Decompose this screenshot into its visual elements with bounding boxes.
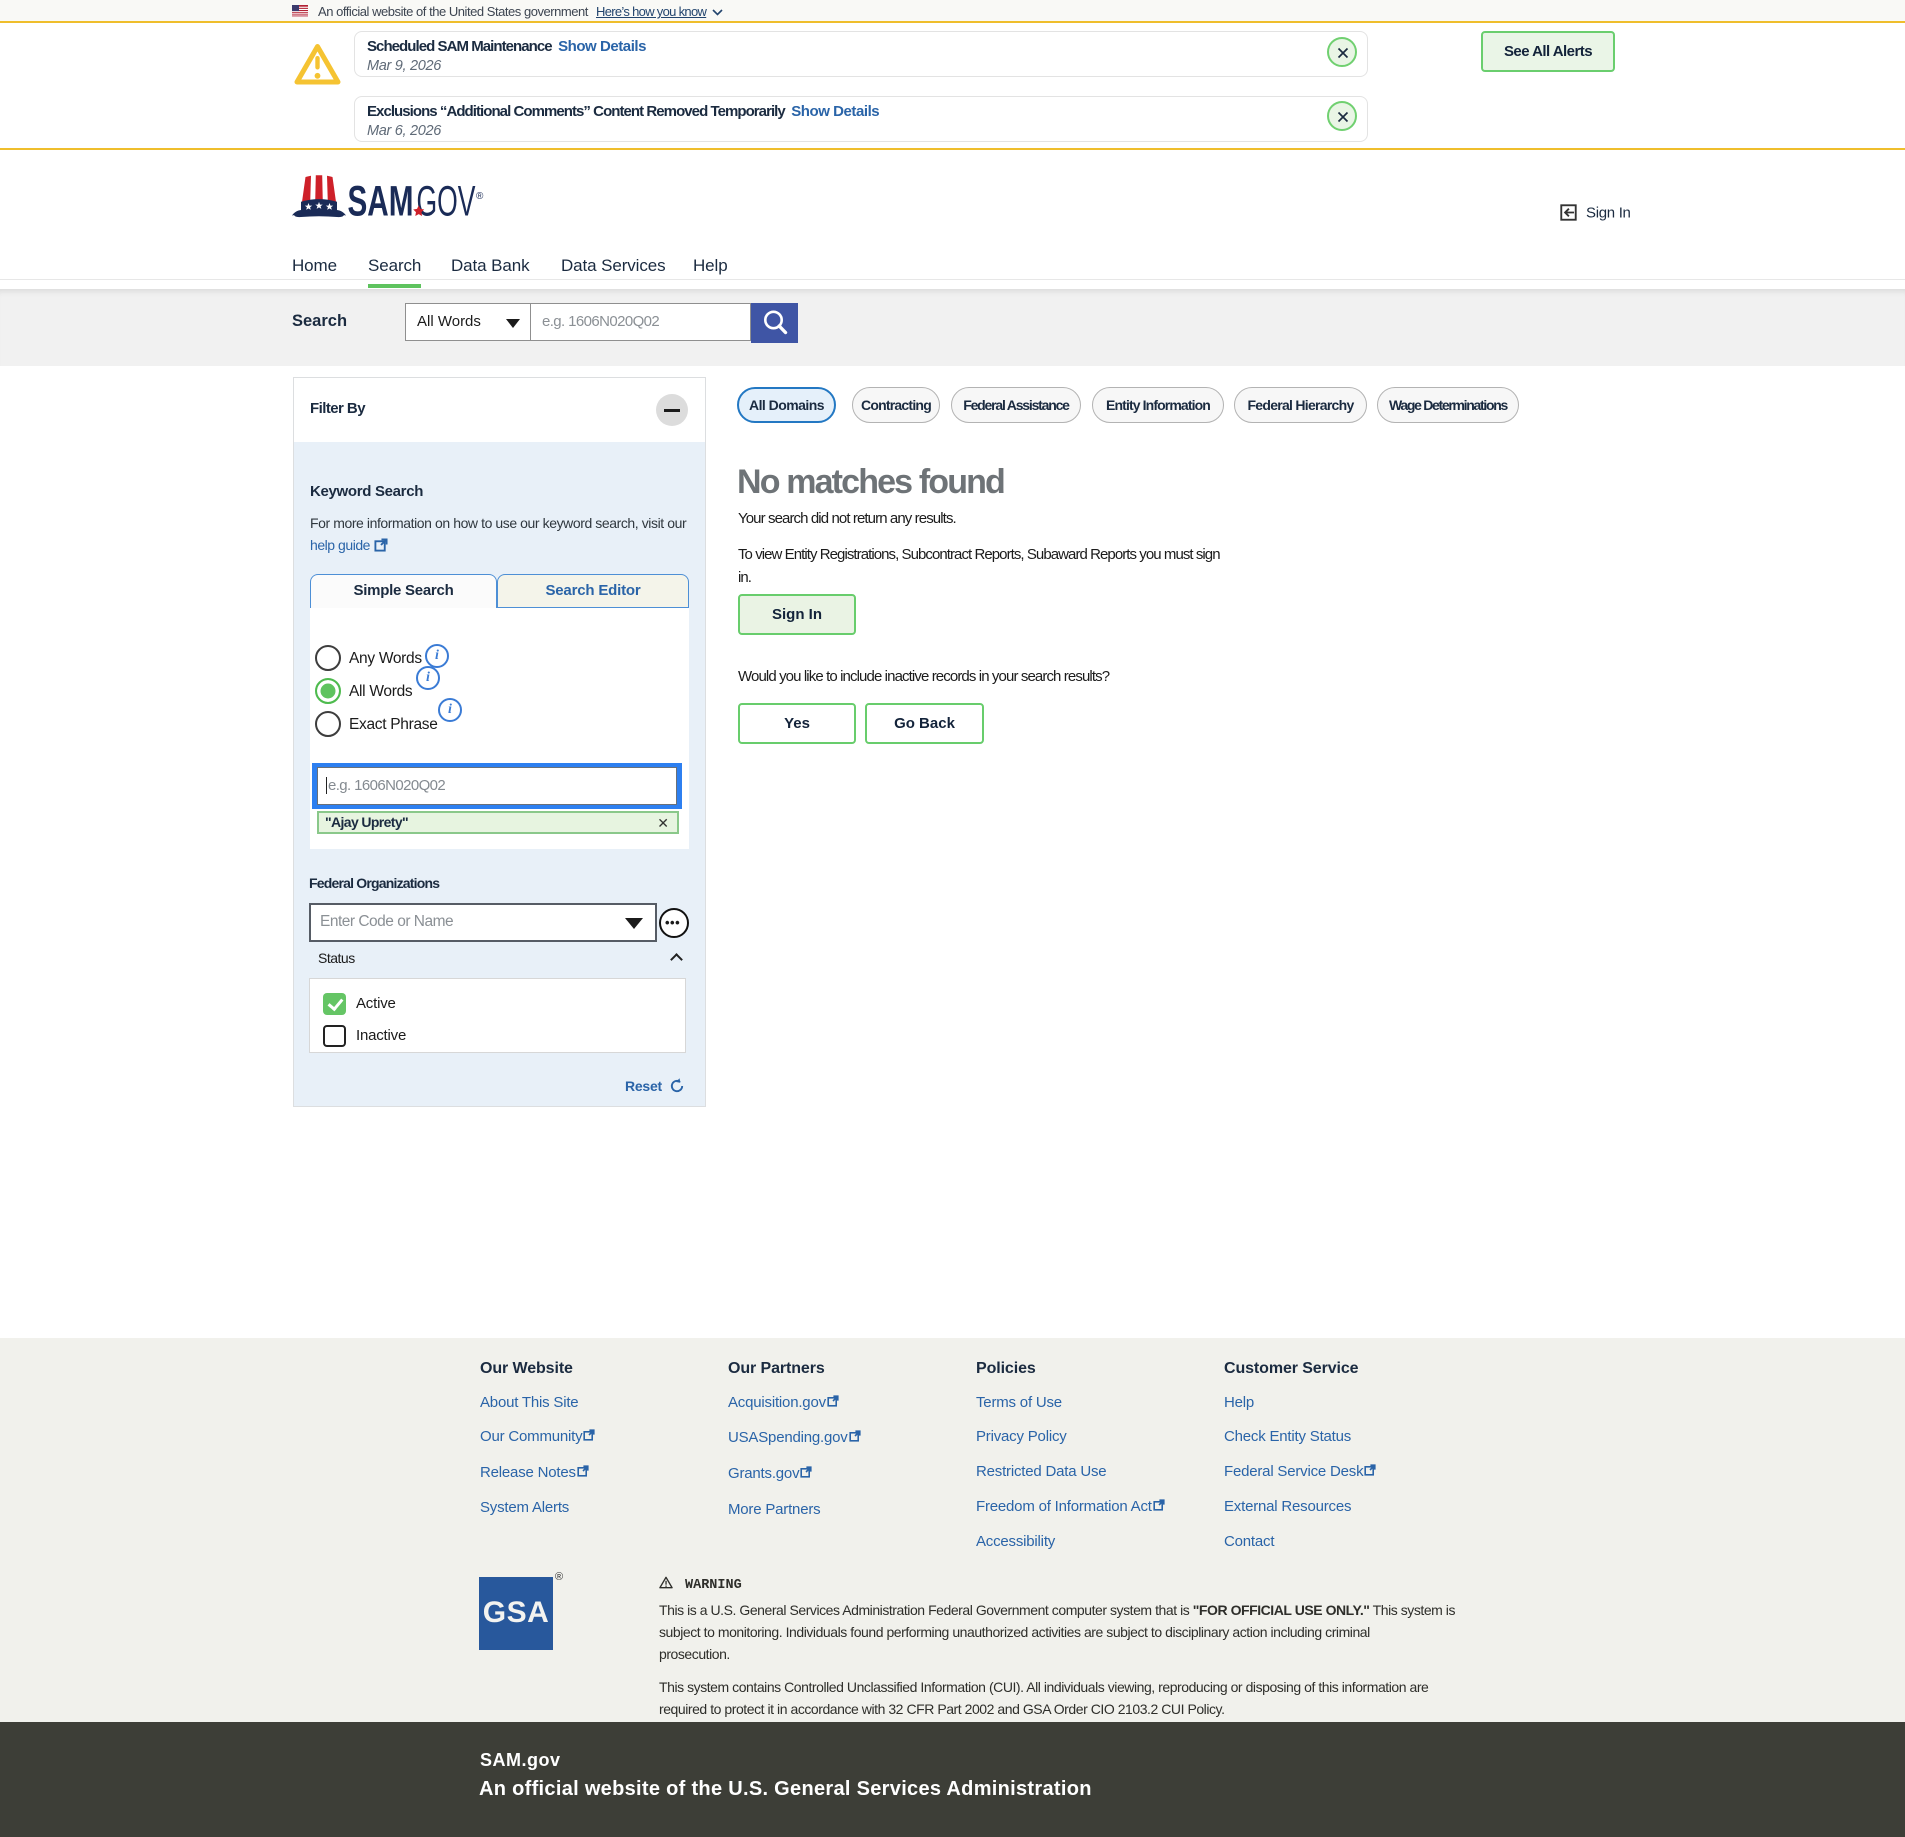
svg-text:SAM: SAM: [348, 178, 414, 225]
svg-text:GOV: GOV: [417, 178, 477, 225]
svg-text:®: ®: [476, 191, 484, 202]
